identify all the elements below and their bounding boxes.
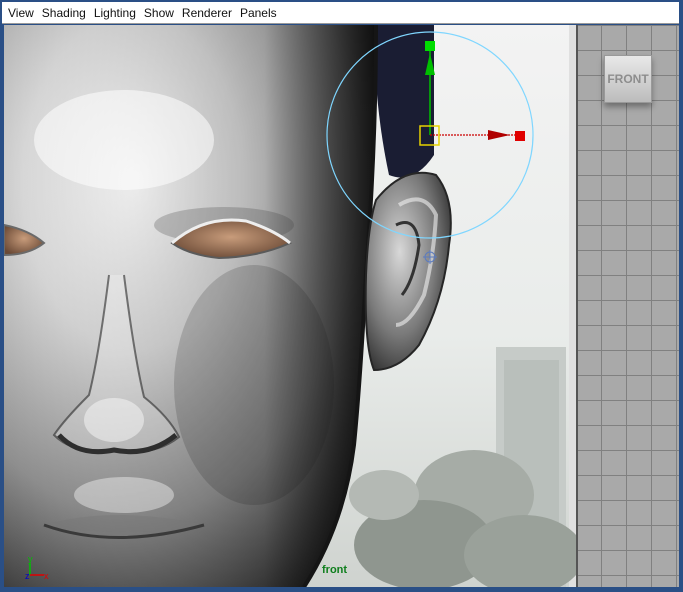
axis-z-label: z bbox=[25, 571, 30, 581]
menu-panels[interactable]: Panels bbox=[240, 2, 277, 24]
maya-viewport-window: View Shading Lighting Show Renderer Pane… bbox=[0, 0, 683, 592]
menu-shading[interactable]: Shading bbox=[42, 2, 86, 24]
viewcube-label: FRONT bbox=[607, 72, 649, 86]
camera-name-label: front bbox=[322, 564, 348, 576]
grid-panel: FRONT bbox=[576, 25, 679, 587]
menu-lighting[interactable]: Lighting bbox=[94, 2, 136, 24]
menu-show[interactable]: Show bbox=[144, 2, 174, 24]
axis-x-label: x bbox=[44, 571, 49, 581]
menu-view[interactable]: View bbox=[8, 2, 34, 24]
front-viewport[interactable]: y z x front bbox=[4, 25, 576, 587]
axis-indicator-icon: y z x bbox=[24, 554, 56, 583]
axis-y-label: y bbox=[28, 555, 33, 564]
viewport-scene bbox=[4, 25, 576, 587]
menu-renderer[interactable]: Renderer bbox=[182, 2, 232, 24]
viewcube[interactable]: FRONT bbox=[604, 55, 652, 103]
panel-menubar: View Shading Lighting Show Renderer Pane… bbox=[2, 2, 679, 24]
